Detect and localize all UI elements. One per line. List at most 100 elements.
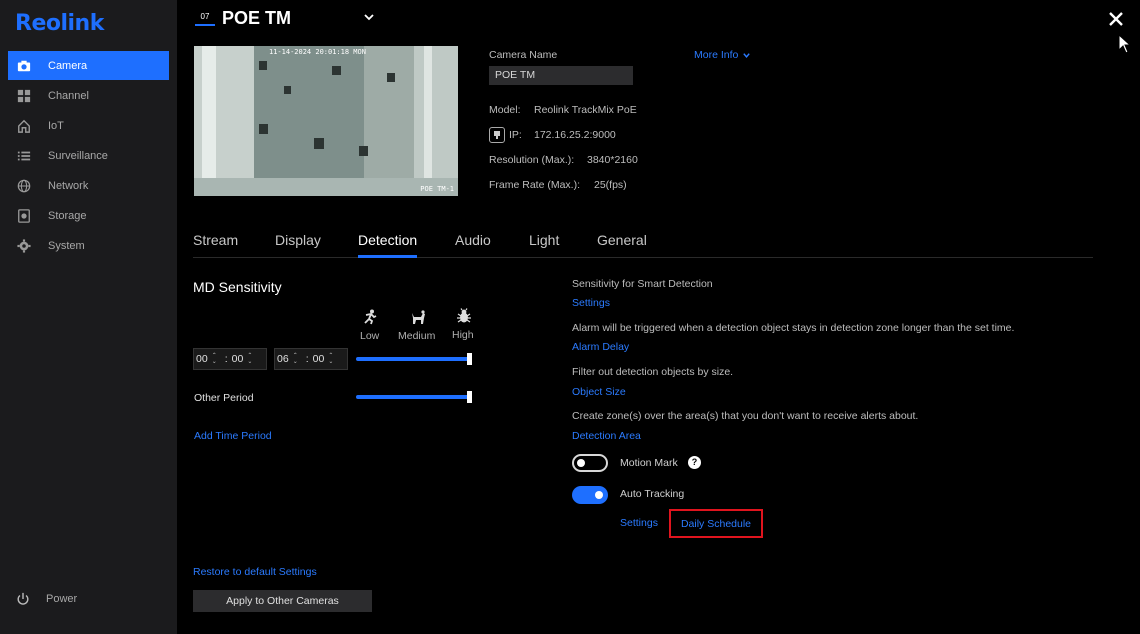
tab-light[interactable]: Light: [529, 232, 559, 258]
smart-sensitivity-desc: Sensitivity for Smart Detection: [572, 278, 713, 290]
camera-title: POE TM: [222, 8, 292, 28]
daily-schedule-link[interactable]: Daily Schedule: [669, 509, 763, 538]
period-sensitivity-slider[interactable]: [356, 353, 472, 365]
dog-icon: [412, 310, 425, 324]
mouse-cursor-icon: [1118, 34, 1132, 54]
hour-stepper-icon[interactable]: ⌃ ⌄: [210, 353, 219, 365]
tab-detection[interactable]: Detection: [358, 232, 418, 258]
camera-preview[interactable]: 11-14-2024 20:01:18 MON POE TM-1: [194, 46, 458, 196]
more-info-link[interactable]: More Info: [694, 49, 751, 61]
gear-icon: [16, 238, 32, 254]
other-period-label: Other Period: [194, 392, 254, 404]
alarm-delay-desc: Alarm will be triggered when a detection…: [572, 322, 1015, 334]
tab-audio[interactable]: Audio: [455, 232, 491, 258]
smart-settings-link[interactable]: Settings: [572, 297, 610, 309]
power-icon: [17, 592, 29, 605]
tab-stream[interactable]: Stream: [193, 232, 238, 258]
reolink-logo: Reolink: [15, 11, 104, 36]
hour-stepper-icon[interactable]: ⌃ ⌄: [291, 353, 300, 365]
sensitivity-level-medium: Medium: [398, 330, 436, 342]
toggle-knob: [577, 459, 585, 467]
power-button[interactable]: Power: [16, 592, 77, 606]
help-icon[interactable]: ?: [688, 456, 701, 469]
sidebar-item-label: Network: [48, 179, 89, 192]
sidebar-item-channel[interactable]: Channel: [8, 81, 169, 110]
model-label: Model:: [489, 104, 521, 116]
sidebar-item-iot[interactable]: IoT: [8, 111, 169, 140]
sidebar-item-label: IoT: [48, 119, 64, 132]
time-separator: :: [305, 353, 309, 365]
motion-mark-toggle[interactable]: [572, 454, 608, 472]
storage-icon: [16, 208, 32, 224]
chevron-down-icon[interactable]: [362, 10, 376, 24]
start-minute[interactable]: 00: [230, 353, 246, 365]
detection-area-link[interactable]: Detection Area: [572, 430, 641, 442]
camera-name-label: Camera Name: [489, 49, 558, 61]
model-value: Reolink TrackMix PoE: [534, 104, 637, 116]
time-separator: :: [224, 353, 228, 365]
start-hour[interactable]: 00: [194, 353, 210, 365]
apply-to-other-cameras-button[interactable]: Apply to Other Cameras: [193, 590, 372, 612]
channel-badge: 07: [195, 10, 215, 26]
ip-label: IP:: [509, 129, 522, 141]
sensitivity-level-high: High: [452, 329, 474, 341]
minute-stepper-icon[interactable]: ⌃ ⌄: [245, 353, 254, 365]
running-person-icon: [364, 309, 377, 325]
auto-tracking-toggle[interactable]: [572, 486, 608, 504]
auto-tracking-label: Auto Tracking: [620, 488, 685, 500]
other-period-sensitivity-slider[interactable]: [356, 391, 472, 403]
sidebar-item-network[interactable]: Network: [8, 171, 169, 200]
bug-icon: [457, 308, 471, 323]
globe-icon: [16, 178, 32, 194]
object-size-link[interactable]: Object Size: [572, 386, 626, 398]
sidebar-item-label: System: [48, 239, 85, 252]
slider-handle[interactable]: [467, 353, 472, 365]
camera-icon: [16, 58, 32, 74]
tab-display[interactable]: Display: [275, 232, 321, 258]
framerate-label: Frame Rate (Max.):: [489, 179, 581, 191]
end-hour[interactable]: 06: [275, 353, 291, 365]
framerate-value: 25(fps): [594, 179, 627, 191]
preview-timestamp: 11-14-2024 20:01:18 MON: [269, 48, 366, 56]
sidebar-item-label: Camera: [48, 59, 88, 72]
settings-tabs: Stream Display Detection Audio Light Gen…: [193, 224, 1093, 258]
detection-area-desc: Create zone(s) over the area(s) that you…: [572, 410, 919, 422]
sidebar-item-camera[interactable]: Camera: [8, 51, 169, 80]
toggle-knob: [595, 491, 603, 499]
end-minute[interactable]: 00: [311, 353, 327, 365]
close-icon[interactable]: [1107, 10, 1125, 28]
ip-value: 172.16.25.2:9000: [534, 129, 616, 141]
sidebar: Reolink Camera Channel IoT Surveillance …: [0, 0, 177, 634]
camera-name-field[interactable]: POE TM: [489, 66, 633, 85]
resolution-label: Resolution (Max.):: [489, 154, 575, 166]
list-icon: [16, 148, 32, 164]
object-size-desc: Filter out detection objects by size.: [572, 366, 734, 378]
chevron-down-icon: [743, 52, 751, 58]
sensitivity-level-low: Low: [360, 330, 380, 342]
alarm-delay-link[interactable]: Alarm Delay: [572, 341, 629, 353]
home-icon: [16, 118, 32, 134]
sidebar-item-storage[interactable]: Storage: [8, 201, 169, 230]
sidebar-item-label: Surveillance: [48, 149, 108, 162]
restore-defaults-link[interactable]: Restore to default Settings: [193, 566, 317, 578]
tracking-settings-link[interactable]: Settings: [620, 517, 658, 529]
network-icon: [489, 127, 505, 143]
md-sensitivity-title: MD Sensitivity: [193, 279, 282, 295]
slider-handle[interactable]: [467, 391, 472, 403]
tab-general[interactable]: General: [597, 232, 647, 258]
start-time-picker[interactable]: 00 ⌃ ⌄ : 00 ⌃ ⌄: [193, 348, 267, 370]
power-label: Power: [46, 593, 78, 605]
add-time-period-link[interactable]: Add Time Period: [194, 430, 272, 442]
sidebar-item-surveillance[interactable]: Surveillance: [8, 141, 169, 170]
grid-icon: [16, 88, 32, 104]
motion-mark-label: Motion Mark: [620, 457, 678, 469]
resolution-value: 3840*2160: [587, 154, 638, 166]
more-info-label: More Info: [694, 49, 739, 61]
preview-image: [194, 46, 458, 196]
preview-caption: POE TM-1: [420, 185, 454, 193]
minute-stepper-icon[interactable]: ⌃ ⌄: [326, 353, 335, 365]
end-time-picker[interactable]: 06 ⌃ ⌄ : 00 ⌃ ⌄: [274, 348, 348, 370]
sidebar-item-label: Channel: [48, 89, 89, 102]
sidebar-item-system[interactable]: System: [8, 231, 169, 260]
sidebar-item-label: Storage: [48, 209, 87, 222]
